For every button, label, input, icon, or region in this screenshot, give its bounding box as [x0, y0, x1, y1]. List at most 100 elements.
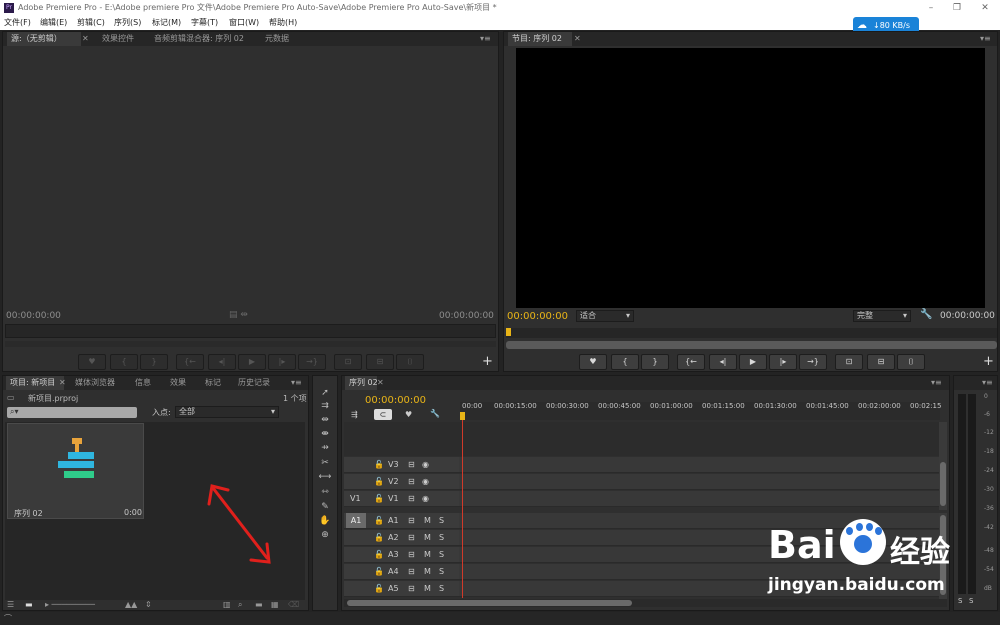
solo-button[interactable]: S [439, 533, 444, 542]
menu-marker[interactable]: 标记(M) [152, 16, 181, 30]
ripple-edit-tool-icon[interactable]: ⇹ [318, 415, 332, 426]
snap-icon[interactable]: ⊂ [374, 409, 392, 420]
source-zoom-bar[interactable] [5, 341, 496, 347]
tab-close-icon[interactable]: ✕ [574, 32, 584, 46]
sync-icon[interactable]: ⊟ [408, 477, 415, 486]
tab-close-icon[interactable]: ✕ [377, 376, 387, 390]
step-forward-button[interactable]: |▸ [769, 354, 797, 370]
delete-icon[interactable]: ⌫ [288, 600, 299, 609]
sync-icon[interactable]: ⊟ [408, 494, 415, 503]
source-settings-icon[interactable]: ▤ ⇹ [229, 310, 248, 320]
tab-metadata[interactable]: 元数据 [261, 32, 293, 46]
mute-button[interactable]: M [424, 567, 431, 576]
add-marker-icon[interactable]: ♥ [405, 410, 412, 419]
track-label-a5[interactable]: A5 [388, 584, 399, 593]
program-scrub-bar[interactable] [506, 328, 997, 338]
panel-menu-icon[interactable]: ▾≡ [976, 32, 995, 46]
eye-icon[interactable]: ◉ [422, 477, 429, 486]
menu-window[interactable]: 窗口(W) [229, 16, 259, 30]
goto-out-button[interactable]: →} [298, 354, 326, 370]
track-label-v3[interactable]: V3 [388, 460, 399, 469]
lock-icon[interactable]: 🔓 [374, 460, 384, 469]
extract-button[interactable]: ⊟ [867, 354, 895, 370]
close-button[interactable]: ✕ [972, 0, 998, 16]
goto-in-button[interactable]: {← [176, 354, 204, 370]
program-zoom-bar[interactable] [506, 341, 997, 349]
tab-effect-controls[interactable]: 效果控件 [98, 32, 138, 46]
lock-icon[interactable]: 🔓 [374, 567, 384, 576]
lock-icon[interactable]: 🔓 [374, 533, 384, 542]
tab-source[interactable]: 源:（无剪辑） [7, 32, 81, 46]
menu-sequence[interactable]: 序列(S) [114, 16, 141, 30]
track-select-tool-icon[interactable]: ⇉ [318, 401, 332, 412]
menu-title[interactable]: 字幕(T) [191, 16, 218, 30]
new-item-icon[interactable]: ▦ [271, 600, 279, 609]
tab-effects[interactable]: 效果 [166, 376, 190, 390]
marker-button[interactable]: ♥ [579, 354, 607, 370]
pen-tool-icon[interactable]: ✎ [318, 502, 332, 513]
source-scrub-bar[interactable] [5, 324, 496, 338]
quality-select[interactable]: 完整 ▾ [853, 310, 911, 322]
find-icon[interactable]: ⌕ [238, 600, 242, 610]
panel-menu-icon[interactable]: ▾≡ [476, 32, 495, 46]
video-scrollbar[interactable] [939, 422, 947, 510]
add-button-icon[interactable]: + [983, 354, 994, 369]
marker-button[interactable]: ♥ [78, 354, 106, 370]
sync-icon[interactable]: ⊟ [408, 584, 415, 593]
menu-clip[interactable]: 剪辑(C) [77, 16, 105, 30]
add-button-icon[interactable]: + [482, 354, 493, 369]
mark-out-button[interactable]: } [641, 354, 669, 370]
panel-menu-icon[interactable]: ▾≡ [287, 376, 306, 390]
sync-icon[interactable]: ⊟ [408, 567, 415, 576]
lock-icon[interactable]: 🔓 [374, 584, 384, 593]
sync-icon[interactable]: ⊟ [408, 550, 415, 559]
lock-icon[interactable]: 🔓 [374, 494, 384, 503]
export-frame-icon[interactable]: ⌷ [396, 354, 424, 370]
rolling-edit-tool-icon[interactable]: ⇼ [318, 429, 332, 440]
track-label-a2[interactable]: A2 [388, 533, 399, 542]
slide-tool-icon[interactable]: ⇿ [318, 487, 332, 498]
playhead-icon[interactable] [506, 328, 511, 336]
solo-button[interactable]: S [439, 516, 444, 525]
tab-markers[interactable]: 标记 [201, 376, 225, 390]
menu-file[interactable]: 文件(F) [4, 16, 31, 30]
mute-button[interactable]: M [424, 550, 431, 559]
in-point-select[interactable]: 全部 ▾ [175, 406, 279, 418]
lock-icon[interactable]: 🔓 [374, 516, 384, 525]
tab-project[interactable]: 项目: 新项目 [6, 376, 64, 390]
solo-button[interactable]: S [439, 550, 444, 559]
tab-media-browser[interactable]: 媒体浏览器 [71, 376, 119, 390]
goto-out-button[interactable]: →} [799, 354, 827, 370]
tab-close-icon[interactable]: ✕ [82, 32, 90, 46]
lock-icon[interactable]: 🔓 [374, 550, 384, 559]
program-monitor-viewer[interactable] [516, 48, 985, 308]
tab-audio-mixer[interactable]: 音频剪辑混合器: 序列 02 [150, 32, 248, 46]
track-label-a4[interactable]: A4 [388, 567, 399, 576]
eye-icon[interactable]: ◉ [422, 460, 429, 469]
playhead-icon[interactable] [460, 412, 465, 420]
selection-tool-icon[interactable]: ➚ [318, 388, 332, 399]
settings-wrench-icon[interactable]: 🔧 [430, 409, 440, 418]
track-label-v1[interactable]: V1 [388, 494, 399, 503]
mute-button[interactable]: M [424, 516, 431, 525]
zoom-tool-icon[interactable]: ⊕ [318, 530, 332, 541]
overwrite-button[interactable]: ⊟ [366, 354, 394, 370]
step-forward-button[interactable]: |▸ [268, 354, 296, 370]
tab-program[interactable]: 节目: 序列 02 [508, 32, 572, 46]
mark-in-button[interactable]: { [611, 354, 639, 370]
sequence-thumbnail[interactable]: 序列 02 0:00 [7, 423, 144, 519]
timeline-timecode[interactable]: 00:00:00:00 [365, 395, 426, 406]
search-input[interactable]: ⌕▾ [7, 407, 137, 418]
menu-edit[interactable]: 编辑(E) [40, 16, 67, 30]
nest-icon[interactable]: ⇶ [351, 410, 358, 419]
track-v1[interactable] [459, 491, 939, 507]
rate-stretch-tool-icon[interactable]: ⇸ [318, 443, 332, 454]
solo-button[interactable]: S [439, 584, 444, 593]
status-icon[interactable]: ⌒ [4, 613, 12, 624]
icon-view-icon[interactable]: ▬ [25, 600, 33, 609]
track-label-a1[interactable]: A1 [388, 516, 399, 525]
panel-menu-icon[interactable]: ▾≡ [978, 376, 997, 390]
solo-button[interactable]: S [439, 567, 444, 576]
minimize-button[interactable]: – [918, 0, 944, 16]
zoom-slider-icon[interactable]: ▸ ───────── [45, 600, 95, 609]
